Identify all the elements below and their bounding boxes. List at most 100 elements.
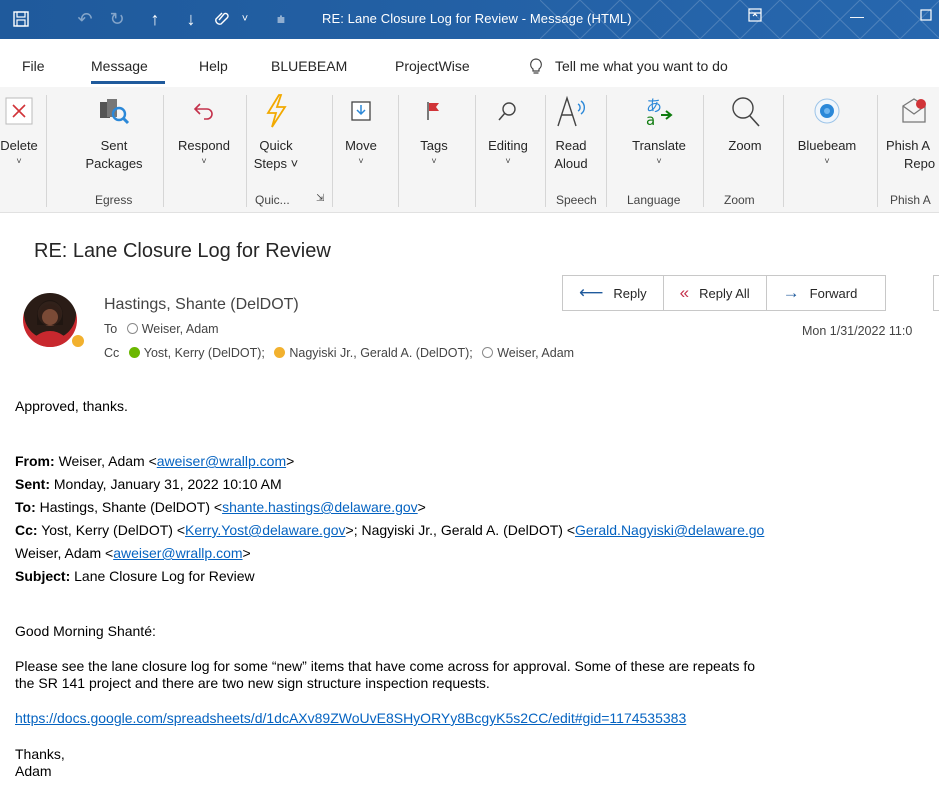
quick-steps-button[interactable]: Quick Steps ˅: [253, 91, 299, 173]
editing-button[interactable]: Editing ˅: [483, 91, 533, 167]
ribbon-separator: [606, 95, 607, 207]
recipient-weiser[interactable]: Weiser, Adam: [142, 322, 219, 336]
ribbon-separator: [398, 95, 399, 207]
quoted-sent-line: Sent: Monday, January 31, 2022 10:10 AM: [15, 476, 282, 492]
body-paragraph-line-1: Please see the lane closure log for some…: [15, 658, 756, 674]
undo-icon[interactable]: ↶: [72, 6, 98, 32]
quoted-to-line: To: Hastings, Shante (DelDOT) <shante.ha…: [15, 499, 426, 515]
down-arrow-icon[interactable]: ↓: [178, 6, 204, 32]
signature: Adam: [15, 763, 52, 779]
body-paragraph-line-2: the SR 141 project and there are two new…: [15, 675, 490, 691]
presence-away-icon: [70, 333, 86, 349]
group-speech: Speech: [556, 193, 597, 207]
sent-packages-button[interactable]: Sent Packages: [82, 91, 146, 173]
move-icon: [343, 91, 379, 131]
chevron-down-icon: ˅: [505, 156, 511, 166]
recipient-weiser-cc[interactable]: Weiser, Adam: [497, 346, 574, 360]
tab-message[interactable]: Message: [91, 58, 148, 74]
email-link[interactable]: shante.hastings@delaware.gov: [222, 499, 418, 515]
cc-line: Cc Yost, Kerry (DelDOT); Nagyiski Jr., G…: [104, 346, 575, 360]
bluebeam-icon: [809, 91, 845, 131]
spreadsheet-link[interactable]: https://docs.google.com/spreadsheets/d/1…: [15, 710, 686, 726]
read-aloud-icon: [553, 91, 589, 131]
email-link[interactable]: aweiser@wrallp.com: [113, 545, 242, 561]
read-aloud-button[interactable]: Read Aloud: [551, 91, 591, 173]
delete-icon: [1, 91, 37, 131]
group-egress: Egress: [95, 193, 133, 207]
group-phish: Phish A: [890, 193, 931, 207]
tab-projectwise[interactable]: ProjectWise: [395, 58, 470, 74]
window-title: RE: Lane Closure Log for Review - Messag…: [322, 11, 632, 26]
tab-bluebeam[interactable]: BLUEBEAM: [271, 58, 347, 74]
bluebeam-button[interactable]: Bluebeam ˅: [790, 91, 864, 167]
tab-help[interactable]: Help: [199, 58, 228, 74]
zoom-icon: [727, 91, 763, 131]
response-actions: ⟵ Reply « Reply All → Forward: [562, 275, 887, 311]
sender-name[interactable]: Hastings, Shante (DelDOT): [104, 296, 299, 314]
move-button[interactable]: Move ˅: [339, 91, 383, 167]
tell-me-search[interactable]: Tell me what you want to do: [555, 58, 728, 74]
presence-available-icon: [128, 347, 140, 358]
translate-button[interactable]: あa Translate ˅: [626, 91, 692, 167]
egress-packages-icon: [96, 91, 132, 131]
email-link[interactable]: Gerald.Nagyiski@delaware.go: [575, 522, 764, 538]
greeting: Good Morning Shanté:: [15, 623, 156, 639]
signoff: Thanks,: [15, 746, 65, 762]
lightbulb-icon: [529, 58, 543, 79]
message-subject: RE: Lane Closure Log for Review: [34, 240, 331, 262]
ribbon-separator: [877, 95, 878, 207]
phish-alert-icon: [896, 91, 932, 131]
reply-icon: [186, 91, 222, 131]
save-icon[interactable]: [8, 6, 34, 32]
lightning-icon: [258, 91, 294, 131]
presence-offline-icon: [482, 347, 494, 358]
ribbon-separator: [545, 95, 546, 207]
reply-button[interactable]: ⟵ Reply: [563, 276, 664, 310]
ribbon-display-options-icon[interactable]: [748, 8, 762, 25]
maximize-icon[interactable]: [920, 8, 932, 24]
translate-icon: あa: [641, 91, 677, 131]
ribbon-separator: [703, 95, 704, 207]
zoom-button[interactable]: Zoom: [720, 91, 770, 155]
dialog-launcher-icon[interactable]: ⇲: [316, 193, 324, 204]
redo-icon[interactable]: ↻: [104, 6, 130, 32]
chevron-down-icon: ˅: [431, 156, 437, 166]
forward-arrow-icon: →: [782, 283, 800, 302]
ribbon-separator: [163, 95, 164, 207]
phish-alert-button[interactable]: Phish A Repo: [886, 91, 939, 173]
ribbon-separator: [46, 95, 47, 207]
up-arrow-icon[interactable]: ↑: [142, 6, 168, 32]
ribbon: Delete ˅ Sent Packages Egress Respond ˅ Q…: [0, 87, 939, 213]
recipient-yost[interactable]: Yost, Kerry (DelDOT);: [144, 346, 265, 360]
tags-button[interactable]: Tags ˅: [412, 91, 456, 167]
flag-icon: [416, 91, 452, 131]
tab-file[interactable]: File: [22, 58, 45, 74]
minimize-icon[interactable]: —: [850, 8, 864, 24]
respond-button[interactable]: Respond ˅: [172, 91, 236, 167]
forward-button[interactable]: → Forward: [767, 276, 886, 310]
to-line: To Weiser, Adam: [104, 322, 219, 336]
chevron-down-icon: ˅: [656, 156, 662, 166]
ribbon-separator: [475, 95, 476, 207]
customize-icon[interactable]: ⩧: [268, 6, 294, 32]
dropdown-chevron-icon[interactable]: ˅: [232, 6, 258, 32]
ribbon-separator: [246, 95, 247, 207]
email-link[interactable]: aweiser@wrallp.com: [157, 453, 286, 469]
group-language: Language: [627, 193, 681, 207]
presence-away-icon: [274, 347, 286, 358]
quoted-cc-line-2: Weiser, Adam <aweiser@wrallp.com>: [15, 545, 251, 561]
recipient-nagyiski[interactable]: Nagyiski Jr., Gerald A. (DelDOT);: [289, 346, 472, 360]
search-icon: [490, 91, 526, 131]
chevron-down-icon: ˅: [201, 156, 207, 166]
delete-button[interactable]: Delete ˅: [0, 91, 40, 167]
more-actions-button[interactable]: [933, 275, 939, 311]
menu-bar: File Message Help BLUEBEAM ProjectWise T…: [0, 39, 939, 87]
chevron-down-icon: ˅: [358, 156, 364, 166]
quoted-cc-line: Cc: Yost, Kerry (DelDOT) <Kerry.Yost@del…: [15, 522, 765, 538]
reply-all-button[interactable]: « Reply All: [664, 276, 767, 310]
reply-all-arrow-icon: «: [679, 283, 690, 302]
reply-text: Approved, thanks.: [15, 398, 128, 414]
chevron-down-icon: ˅: [824, 156, 830, 166]
ribbon-separator: [783, 95, 784, 207]
email-link[interactable]: Kerry.Yost@delaware.gov: [185, 522, 346, 538]
